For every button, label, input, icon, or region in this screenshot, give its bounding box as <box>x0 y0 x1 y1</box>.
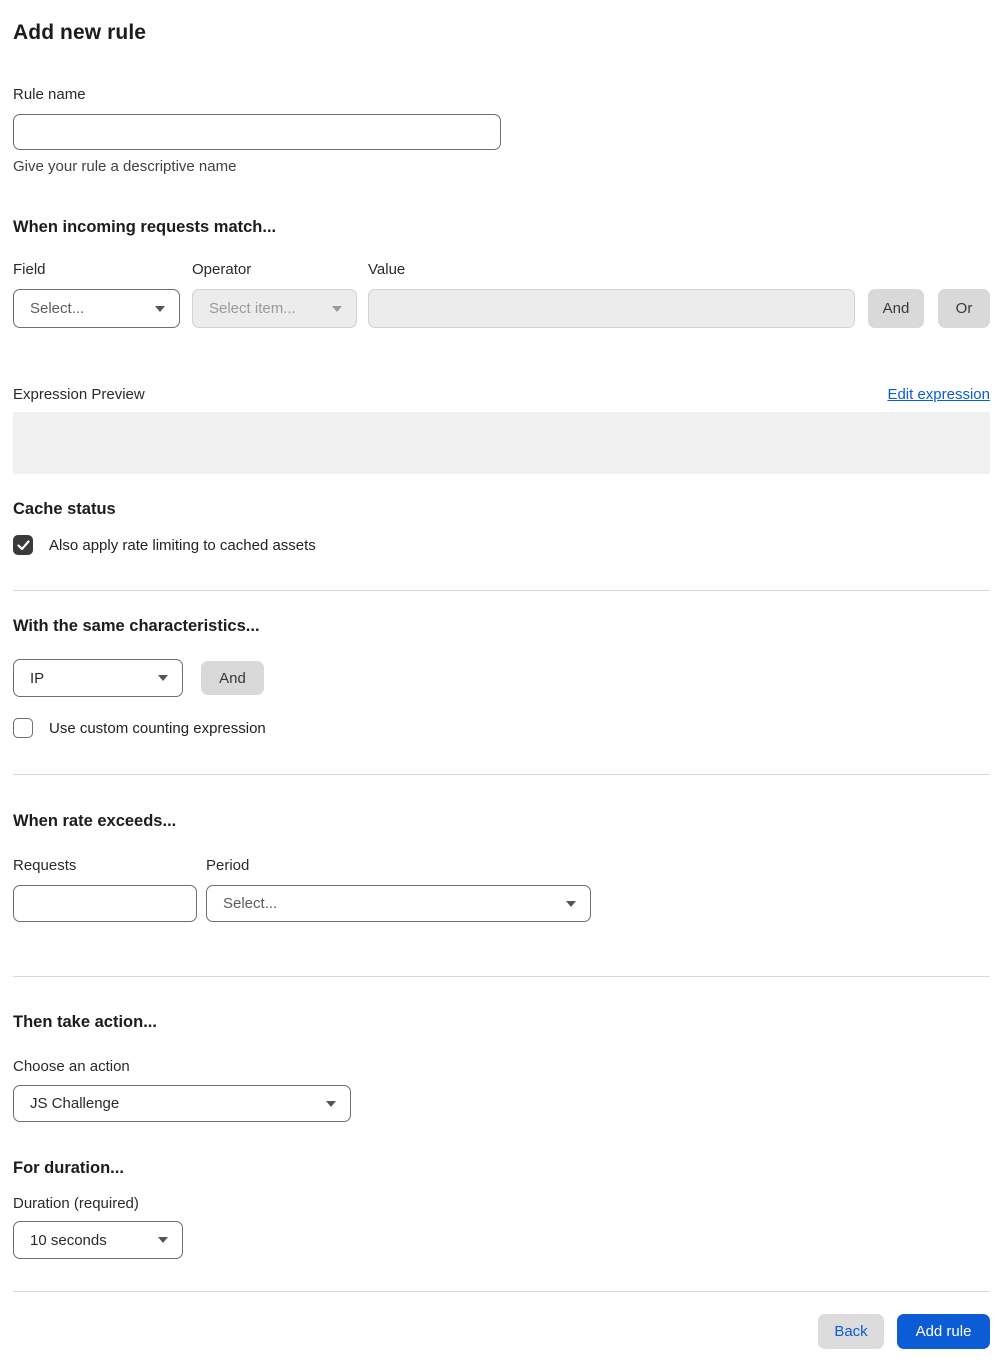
operator-label: Operator <box>192 261 252 278</box>
field-label: Field <box>13 261 46 278</box>
unchecked-checkbox-icon[interactable] <box>13 718 33 738</box>
period-select[interactable]: Select... <box>206 885 591 922</box>
operator-select-value: Select item... <box>209 300 296 317</box>
chevron-down-icon <box>332 305 342 312</box>
chevron-down-icon <box>155 305 165 312</box>
field-select[interactable]: Select... <box>13 289 180 328</box>
rule-name-help: Give your rule a descriptive name <box>13 158 237 175</box>
add-rule-button[interactable]: Add rule <box>897 1314 990 1349</box>
rate-row: Requests Period Select... <box>13 857 990 922</box>
rule-name-input[interactable] <box>13 114 501 150</box>
value-label: Value <box>368 261 406 278</box>
footer-actions: Back Add rule <box>13 1314 990 1349</box>
action-heading: Then take action... <box>13 1013 157 1031</box>
expression-preview-section: Expression Preview Edit expression <box>13 386 990 474</box>
chevron-down-icon <box>158 675 168 681</box>
expression-preview-label: Expression Preview <box>13 386 145 403</box>
divider <box>13 1291 990 1292</box>
custom-counting-checkbox-row[interactable]: Use custom counting expression <box>13 718 990 738</box>
period-select-value: Select... <box>223 895 278 912</box>
rule-name-label: Rule name <box>13 86 86 103</box>
match-row: Field Select... Operator Select item... … <box>13 261 990 328</box>
chevron-down-icon <box>326 1100 336 1107</box>
divider <box>13 976 990 977</box>
field-select-value: Select... <box>30 300 85 317</box>
cache-checkbox-row[interactable]: Also apply rate limiting to cached asset… <box>13 535 990 555</box>
duration-select[interactable]: 10 seconds <box>13 1221 183 1259</box>
characteristics-and-button[interactable]: And <box>201 661 264 695</box>
edit-expression-link[interactable]: Edit expression <box>887 386 990 403</box>
expression-preview-box <box>13 412 990 474</box>
chevron-down-icon <box>158 1237 168 1243</box>
cache-checkbox-label: Also apply rate limiting to cached asset… <box>49 536 316 554</box>
period-label: Period <box>206 857 250 874</box>
divider <box>13 774 990 775</box>
characteristic-select-value: IP <box>30 669 45 687</box>
requests-label: Requests <box>13 857 77 874</box>
characteristics-row: IP And <box>13 659 990 697</box>
duration-label: Duration (required) <box>13 1195 139 1212</box>
check-icon <box>16 539 30 550</box>
duration-select-value: 10 seconds <box>30 1231 107 1249</box>
rule-name-section: Rule name Give your rule a descriptive n… <box>13 86 990 175</box>
or-button[interactable]: Or <box>938 289 990 328</box>
add-rule-form: Add new rule Rule name Give your rule a … <box>0 0 1002 1369</box>
chevron-down-icon <box>566 900 576 907</box>
checked-checkbox-icon[interactable] <box>13 535 33 555</box>
operator-select[interactable]: Select item... <box>192 289 357 328</box>
page-title: Add new rule <box>13 21 147 44</box>
action-label: Choose an action <box>13 1058 130 1075</box>
match-section-heading: When incoming requests match... <box>13 218 277 236</box>
divider <box>13 590 990 591</box>
duration-heading: For duration... <box>13 1159 124 1177</box>
characteristics-heading: With the same characteristics... <box>13 617 260 635</box>
characteristic-select[interactable]: IP <box>13 659 183 697</box>
back-button[interactable]: Back <box>818 1314 884 1349</box>
rate-heading: When rate exceeds... <box>13 812 177 830</box>
action-select-value: JS Challenge <box>30 1095 120 1112</box>
custom-counting-checkbox-label: Use custom counting expression <box>49 719 266 737</box>
and-button[interactable]: And <box>868 289 924 328</box>
requests-input[interactable] <box>13 885 197 922</box>
action-select[interactable]: JS Challenge <box>13 1085 351 1122</box>
cache-status-heading: Cache status <box>13 500 116 518</box>
value-input[interactable] <box>368 289 855 328</box>
